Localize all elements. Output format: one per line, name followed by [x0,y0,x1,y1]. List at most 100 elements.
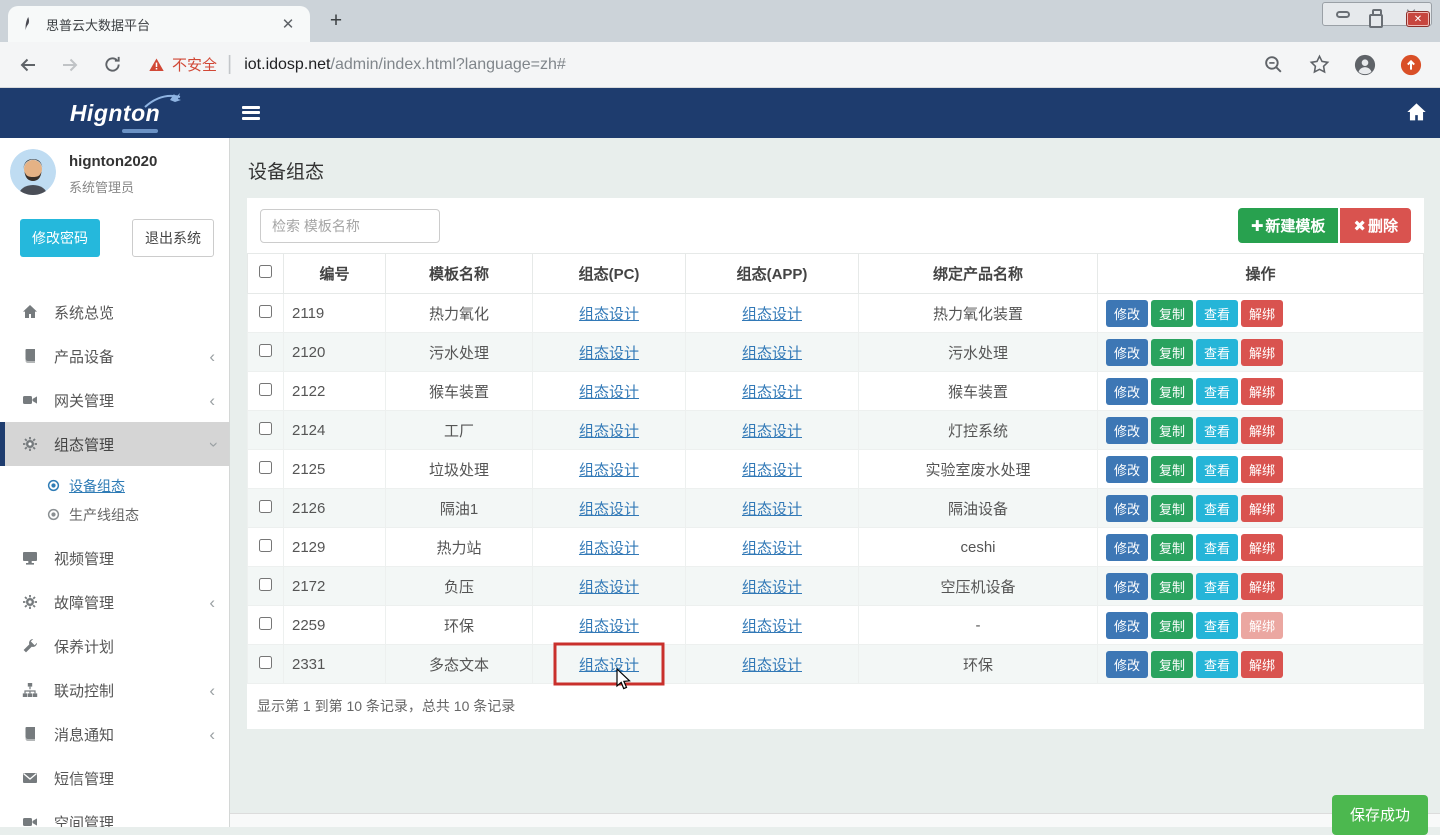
unbind-button[interactable]: 解绑 [1241,495,1283,522]
view-button[interactable]: 查看 [1196,573,1238,600]
tab-close-icon[interactable]: ✕ [278,15,298,33]
row-checkbox[interactable] [259,500,272,513]
back-button[interactable] [16,53,40,77]
hamburger-menu-icon[interactable] [242,103,262,123]
view-button[interactable]: 查看 [1196,495,1238,522]
new-tab-button[interactable]: + [322,8,350,36]
sidebar-item[interactable]: 故障管理‹ [0,580,229,624]
update-button-icon[interactable] [1400,54,1422,76]
sidebar-item[interactable]: 空间管理 [0,800,229,827]
new-template-button[interactable]: ✚新建模板 [1238,208,1339,243]
sidebar-subitem[interactable]: 设备组态 [0,471,229,500]
logo-area[interactable]: Hignton [0,88,230,138]
view-button[interactable]: 查看 [1196,378,1238,405]
pc-config-link[interactable]: 组态设计 [579,501,639,518]
window-minimize-button[interactable] [1329,6,1357,22]
sidebar-item[interactable]: 保养计划 [0,624,229,668]
pc-config-link[interactable]: 组态设计 [579,345,639,362]
view-button[interactable]: 查看 [1196,417,1238,444]
sidebar-item[interactable]: 网关管理‹ [0,378,229,422]
row-checkbox[interactable] [259,578,272,591]
view-button[interactable]: 查看 [1196,612,1238,639]
view-button[interactable]: 查看 [1196,534,1238,561]
change-password-button[interactable]: 修改密码 [20,219,100,257]
pc-config-link[interactable]: 组态设计 [579,462,639,479]
copy-button[interactable]: 复制 [1151,378,1193,405]
view-button[interactable]: 查看 [1196,456,1238,483]
sidebar-item[interactable]: 消息通知‹ [0,712,229,756]
copy-button[interactable]: 复制 [1151,300,1193,327]
copy-button[interactable]: 复制 [1151,612,1193,639]
browser-tab[interactable]: 思普云大数据平台 ✕ [8,6,310,42]
view-button[interactable]: 查看 [1196,300,1238,327]
row-checkbox[interactable] [259,539,272,552]
copy-button[interactable]: 复制 [1151,651,1193,678]
copy-button[interactable]: 复制 [1151,456,1193,483]
window-close-button[interactable]: ✕ ✕ [1397,6,1425,22]
reload-button[interactable] [100,53,124,77]
home-icon[interactable] [1406,102,1428,124]
app-config-link[interactable]: 组态设计 [742,657,802,674]
app-config-link[interactable]: 组态设计 [742,306,802,323]
modify-button[interactable]: 修改 [1106,456,1148,483]
view-button[interactable]: 查看 [1196,651,1238,678]
unbind-button[interactable]: 解绑 [1241,339,1283,366]
row-checkbox[interactable] [259,422,272,435]
zoom-out-icon[interactable] [1262,54,1284,76]
copy-button[interactable]: 复制 [1151,339,1193,366]
profile-avatar-icon[interactable] [1354,54,1376,76]
select-all-checkbox[interactable] [259,265,272,278]
row-checkbox[interactable] [259,656,272,669]
row-checkbox[interactable] [259,344,272,357]
app-config-link[interactable]: 组态设计 [742,618,802,635]
app-config-link[interactable]: 组态设计 [742,501,802,518]
row-checkbox[interactable] [259,461,272,474]
modify-button[interactable]: 修改 [1106,612,1148,639]
copy-button[interactable]: 复制 [1151,495,1193,522]
pc-config-link[interactable]: 组态设计 [579,423,639,440]
modify-button[interactable]: 修改 [1106,651,1148,678]
modify-button[interactable]: 修改 [1106,534,1148,561]
forward-button[interactable] [58,53,82,77]
copy-button[interactable]: 复制 [1151,417,1193,444]
logout-button[interactable]: 退出系统 [132,219,214,257]
sidebar-item[interactable]: 产品设备‹ [0,334,229,378]
modify-button[interactable]: 修改 [1106,495,1148,522]
bookmark-star-icon[interactable] [1308,54,1330,76]
app-config-link[interactable]: 组态设计 [742,462,802,479]
row-checkbox[interactable] [259,305,272,318]
copy-button[interactable]: 复制 [1151,534,1193,561]
unbind-button[interactable]: 解绑 [1241,456,1283,483]
pc-config-link[interactable]: 组态设计 [579,306,639,323]
row-checkbox[interactable] [259,617,272,630]
pc-config-link[interactable]: 组态设计 [579,540,639,557]
delete-button[interactable]: ✖删除 [1340,208,1411,243]
unbind-button[interactable]: 解绑 [1241,534,1283,561]
modify-button[interactable]: 修改 [1106,378,1148,405]
sidebar-item[interactable]: 组态管理‹ [0,422,229,466]
row-checkbox[interactable] [259,383,272,396]
sidebar-item[interactable]: 视频管理 [0,536,229,580]
app-config-link[interactable]: 组态设计 [742,345,802,362]
app-config-link[interactable]: 组态设计 [742,384,802,401]
pc-config-link[interactable]: 组态设计 [579,618,639,635]
unbind-button[interactable]: 解绑 [1241,651,1283,678]
sidebar-item[interactable]: 短信管理 [0,756,229,800]
modify-button[interactable]: 修改 [1106,300,1148,327]
pc-config-link[interactable]: 组态设计 [579,579,639,596]
modify-button[interactable]: 修改 [1106,573,1148,600]
unbind-button[interactable]: 解绑 [1241,300,1283,327]
unbind-button[interactable]: 解绑 [1241,573,1283,600]
pc-config-link[interactable]: 组态设计 [579,657,639,674]
modify-button[interactable]: 修改 [1106,339,1148,366]
unbind-button[interactable]: 解绑 [1241,378,1283,405]
app-config-link[interactable]: 组态设计 [742,423,802,440]
sidebar-item[interactable]: 系统总览 [0,290,229,334]
modify-button[interactable]: 修改 [1106,417,1148,444]
search-input[interactable] [260,209,440,243]
app-config-link[interactable]: 组态设计 [742,579,802,596]
unbind-button[interactable]: 解绑 [1241,417,1283,444]
pc-config-link[interactable]: 组态设计 [579,384,639,401]
view-button[interactable]: 查看 [1196,339,1238,366]
window-restore-button[interactable] [1363,6,1391,22]
